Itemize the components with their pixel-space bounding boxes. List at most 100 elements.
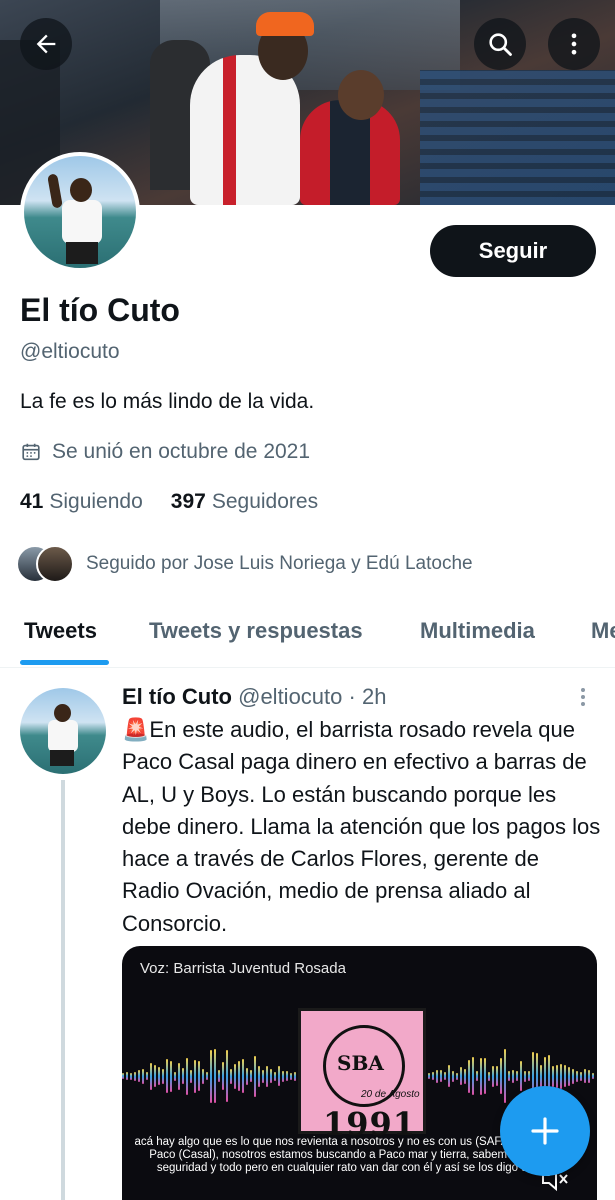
more-vertical-icon [571,33,577,55]
followed-by-text: Seguido por Jose Luis Noriega y Edú Lato… [86,553,473,574]
waveform-bar [150,1062,152,1090]
waveform-bar [258,1065,260,1087]
waveform-bar [488,1071,490,1081]
followers-you-know-avatars [16,545,74,583]
waveform-bar [568,1066,570,1086]
waveform-bar [282,1070,284,1082]
waveform-bar [254,1055,256,1097]
waveform-bar [520,1061,522,1091]
waveform-bar [456,1072,458,1080]
waveform-bar [146,1072,148,1080]
joined-date: Se unió en octubre de 2021 [20,440,310,464]
waveform-bar [158,1067,160,1085]
waveform-bar [202,1068,204,1084]
waveform-bar [218,1070,220,1082]
waveform-bar [138,1070,140,1082]
waveform-bar [166,1059,168,1093]
waveform-bar [476,1071,478,1081]
back-button[interactable] [20,18,72,70]
waveform-bar [552,1065,554,1087]
waveform-bar [126,1072,128,1080]
profile-avatar[interactable] [20,152,140,272]
waveform-bar [230,1068,232,1084]
active-tab-indicator [20,660,109,665]
followed-by[interactable]: Seguido por Jose Luis Noriega y Edú Lato… [16,545,473,583]
waveform-bar [560,1063,562,1089]
followers-count: 397 [170,490,206,513]
waveform-bar [222,1062,224,1090]
waveform-bar [588,1069,590,1083]
tab-tweets-and-replies[interactable]: Tweets y respuestas [149,618,363,644]
audio-waveform-left [122,1046,296,1106]
waveform-bar [512,1069,514,1083]
calendar-icon [22,443,40,461]
waveform-bar [500,1058,502,1094]
waveform-bar [162,1068,164,1084]
plus-icon [531,1117,559,1145]
more-options-button[interactable] [548,18,600,70]
tab-tweets[interactable]: Tweets [24,618,97,644]
tab-media[interactable]: Multimedia [420,618,535,644]
follow-stats: 41 Siguiendo 397 Seguidores [20,490,318,514]
waveform-bar [226,1050,228,1102]
waveform-bar [154,1065,156,1087]
arrow-left-icon [36,34,56,54]
waveform-bar [580,1071,582,1081]
waveform-bar [464,1068,466,1084]
waveform-bar [242,1059,244,1093]
waveform-bar [262,1069,264,1083]
waveform-bar [198,1061,200,1091]
follow-button[interactable]: Seguir [430,225,596,277]
waveform-bar [480,1057,482,1095]
tweet-author-name[interactable]: El tío Cuto [122,684,232,709]
waveform-bar [592,1073,594,1079]
waveform-bar [528,1071,530,1081]
waveform-bar [556,1064,558,1088]
search-icon [489,33,512,56]
profile-bio: La fe es lo más lindo de la vida. [20,390,315,413]
waveform-bar [274,1071,276,1081]
sba-logo: SBA 20 de Agosto 1991 [298,1008,426,1143]
tab-likes[interactable]: Me [591,618,615,644]
compose-tweet-button[interactable] [500,1086,590,1176]
followers-link[interactable]: 397 Seguidores [171,490,318,514]
waveform-bar [178,1062,180,1090]
waveform-bar [448,1065,450,1087]
tweet-more-button[interactable] [576,686,590,713]
waveform-bar [452,1070,454,1082]
search-button[interactable] [474,18,526,70]
waveform-bar [584,1069,586,1083]
logo-text: SBA [337,1051,384,1075]
tweet-author-handle[interactable]: @eltiocuto [238,684,342,709]
waveform-bar [190,1069,192,1083]
waveform-bar [130,1072,132,1080]
waveform-bar [484,1058,486,1094]
waveform-bar [468,1059,470,1093]
waveform-bar [472,1057,474,1095]
waveform-bar [508,1071,510,1081]
waveform-bar [142,1068,144,1084]
following-label: Siguiendo [49,490,143,513]
waveform-bar [182,1068,184,1084]
avatar [36,545,74,583]
waveform-bar [210,1049,212,1103]
media-voice-label: Voz: Barrista Juventud Rosada [140,960,346,977]
waveform-bar [246,1067,248,1085]
logo-subtitle: 20 de Agosto [361,1089,420,1100]
waveform-bar [492,1065,494,1087]
waveform-bar [432,1072,434,1080]
waveform-bar [576,1070,578,1082]
waveform-bar [238,1061,240,1091]
waveform-bar [266,1065,268,1087]
following-link[interactable]: 41 Siguiendo [20,490,143,514]
waveform-bar [214,1049,216,1103]
waveform-bar [206,1072,208,1080]
waveform-bar [122,1073,124,1079]
waveform-bar [428,1073,430,1079]
waveform-bar [234,1063,236,1089]
tweet-header: El tío Cuto @eltiocuto · 2h [122,684,386,710]
waveform-bar [504,1049,506,1103]
profile-handle: @eltiocuto [20,340,120,363]
tweet-time[interactable]: · 2h [349,684,387,709]
tweet-avatar[interactable] [20,688,106,774]
